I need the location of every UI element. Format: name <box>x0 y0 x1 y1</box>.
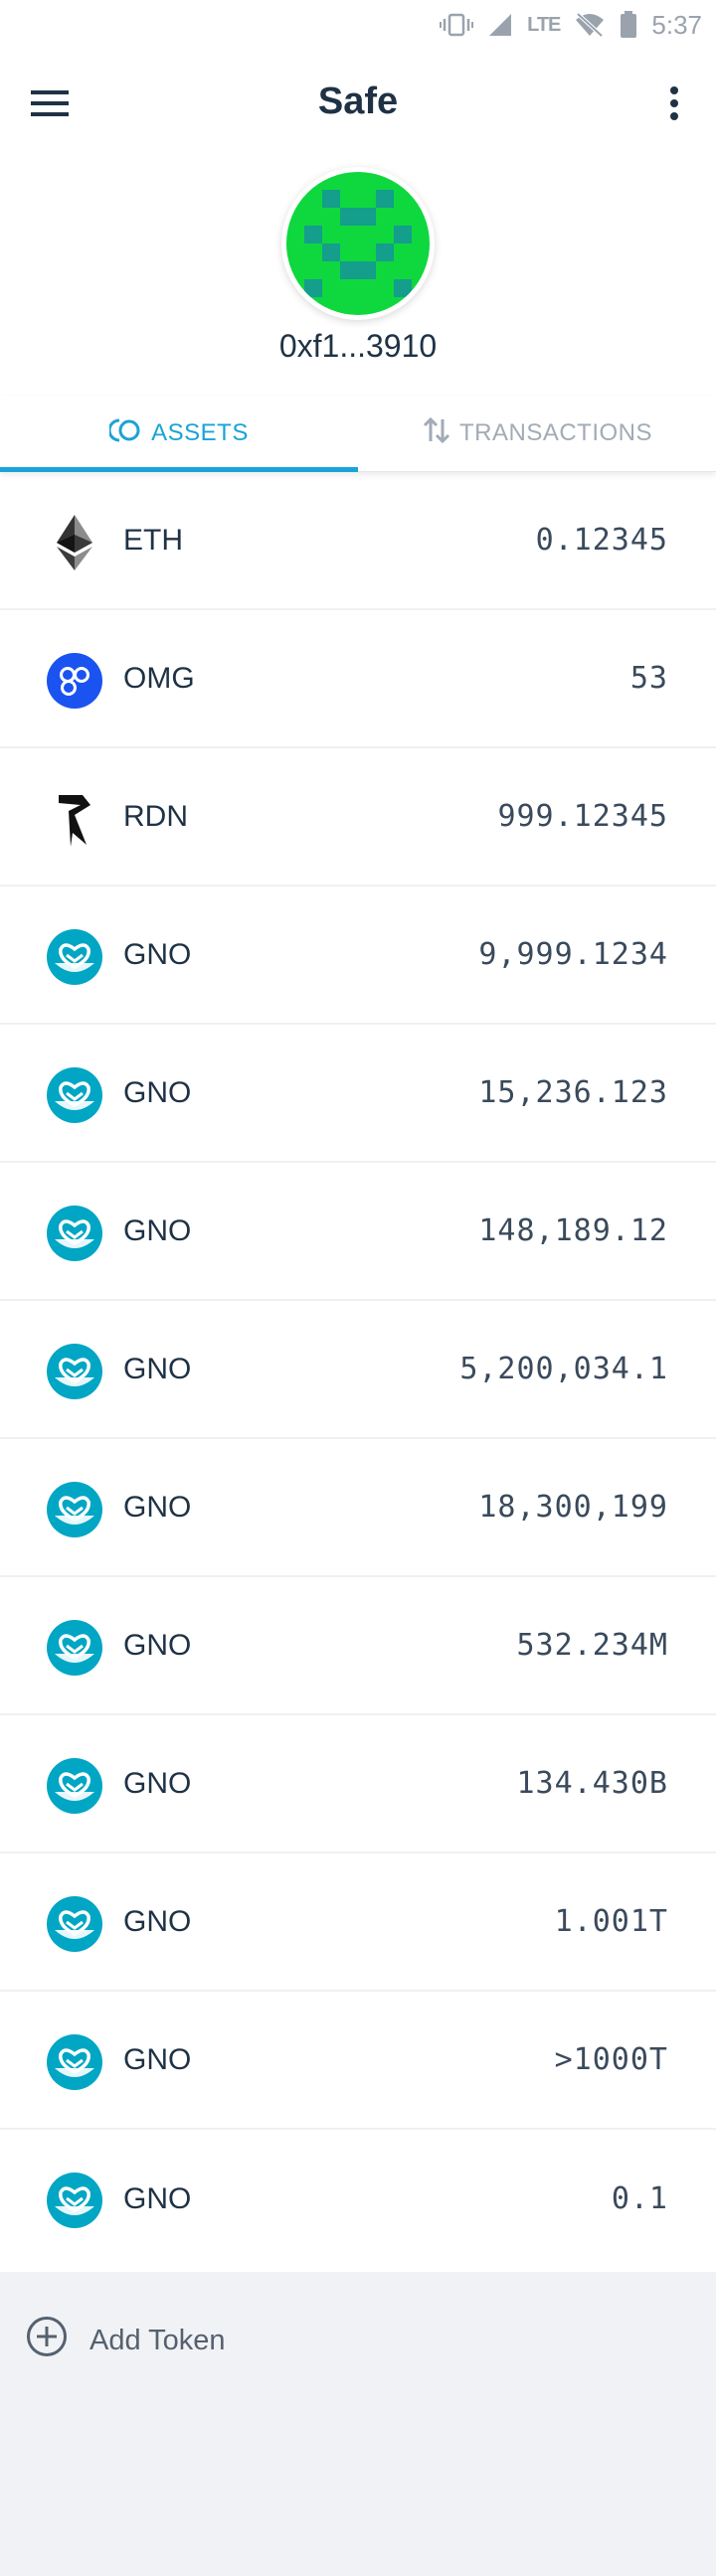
token-row-gno[interactable]: GNO 532.234M <box>0 1577 716 1715</box>
token-row-gno[interactable]: GNO 1.001T <box>0 1853 716 1992</box>
footer: Add Token <box>0 2272 716 2576</box>
gno-icon <box>47 1758 102 1814</box>
add-circle-icon <box>26 2316 68 2365</box>
status-bar: LTE 5:37 <box>0 0 716 50</box>
gno-icon <box>47 1482 102 1537</box>
token-balance: 999.12345 <box>497 799 668 834</box>
assets-icon <box>107 417 143 450</box>
token-row-gno[interactable]: GNO 5,200,034.1 <box>0 1301 716 1439</box>
token-row-gno[interactable]: GNO 148,189.12 <box>0 1163 716 1301</box>
token-symbol: GNO <box>123 1213 192 1247</box>
identicon-image <box>286 172 430 315</box>
token-balance: 148,189.12 <box>478 1213 668 1248</box>
token-symbol: GNO <box>123 1075 192 1109</box>
token-row-gno[interactable]: GNO 18,300,199 <box>0 1439 716 1577</box>
gno-icon <box>47 1620 102 1676</box>
token-symbol: GNO <box>123 1352 192 1385</box>
token-row-eth[interactable]: ETH 0.12345 <box>0 472 716 610</box>
token-balance: 53 <box>629 661 668 696</box>
tab-assets[interactable]: ASSETS <box>0 396 358 472</box>
status-time: 5:37 <box>651 9 702 40</box>
transfer-arrows-icon <box>422 415 451 452</box>
gno-icon <box>47 1067 102 1123</box>
tab-bar: ASSETS TRANSACTIONS <box>0 396 716 472</box>
token-row-rdn[interactable]: RDN 999.12345 <box>0 748 716 886</box>
token-symbol: ETH <box>123 523 183 557</box>
eth-icon <box>47 515 102 570</box>
token-symbol: GNO <box>123 2042 192 2076</box>
token-symbol: OMG <box>123 661 195 695</box>
token-balance: 18,300,199 <box>478 1490 668 1525</box>
app-bar: Safe <box>0 50 716 159</box>
token-balance: 134.430B <box>516 1766 668 1801</box>
wifi-off-icon <box>574 12 606 38</box>
tab-transactions-label: TRANSACTIONS <box>458 419 652 446</box>
gno-icon <box>47 2034 102 2090</box>
page-title: Safe <box>317 80 399 122</box>
token-symbol: GNO <box>123 1904 192 1938</box>
tab-assets-label: ASSETS <box>151 419 249 446</box>
network-type-label: LTE <box>527 13 561 36</box>
token-balance: 1.001T <box>554 1904 668 1939</box>
add-token-label: Add Token <box>90 2324 226 2356</box>
token-row-gno[interactable]: GNO >1000T <box>0 1992 716 2130</box>
token-row-gno[interactable]: GNO 134.430B <box>0 1715 716 1853</box>
token-balance: 15,236.123 <box>478 1075 668 1110</box>
token-list: ETH 0.12345 OMG 53 RDN 999.12345 GNO 9,9… <box>0 472 716 2268</box>
token-row-gno[interactable]: GNO 15,236.123 <box>0 1025 716 1163</box>
battery-icon <box>620 11 637 39</box>
more-vertical-icon[interactable] <box>650 80 698 127</box>
gno-icon <box>47 1344 102 1399</box>
token-balance: 0.12345 <box>535 523 668 558</box>
safe-identicon <box>281 167 435 320</box>
token-balance: 532.234M <box>516 1628 668 1663</box>
safe-address[interactable]: 0xf1...3910 <box>0 328 716 365</box>
gno-icon <box>47 1206 102 1261</box>
token-row-gno[interactable]: GNO 9,999.1234 <box>0 886 716 1025</box>
add-token-button[interactable]: Add Token <box>26 2316 226 2365</box>
token-balance: 0.1 <box>611 2181 668 2216</box>
token-symbol: GNO <box>123 2181 192 2215</box>
token-symbol: RDN <box>123 799 188 833</box>
rdn-icon <box>47 791 102 847</box>
token-symbol: GNO <box>123 937 192 971</box>
token-symbol: GNO <box>123 1490 192 1524</box>
gno-icon <box>47 929 102 985</box>
vibrate-icon <box>440 12 474 38</box>
omg-icon <box>47 653 102 709</box>
token-row-gno[interactable]: GNO 0.1 <box>0 2130 716 2268</box>
signal-icon <box>487 12 513 38</box>
token-balance: >1000T <box>554 2042 668 2077</box>
tab-transactions[interactable]: TRANSACTIONS <box>358 396 716 471</box>
token-symbol: GNO <box>123 1628 192 1662</box>
gno-icon <box>47 1896 102 1952</box>
hamburger-menu-icon[interactable] <box>26 83 74 123</box>
token-row-omg[interactable]: OMG 53 <box>0 610 716 748</box>
gno-icon <box>47 2173 102 2228</box>
token-balance: 5,200,034.1 <box>459 1352 668 1386</box>
token-balance: 9,999.1234 <box>478 937 668 972</box>
token-symbol: GNO <box>123 1766 192 1800</box>
